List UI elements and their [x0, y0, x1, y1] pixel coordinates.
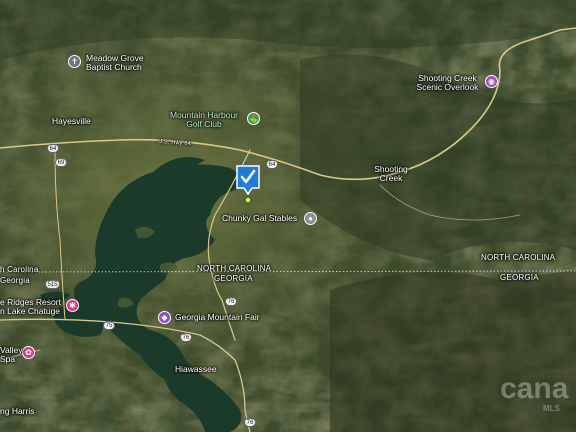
- route-shield-76-center: 76: [180, 333, 192, 342]
- place-icon[interactable]: ●: [304, 212, 317, 225]
- spa-icon[interactable]: ✿: [22, 346, 35, 359]
- label-mountain-harbour[interactable]: Mountain Harbour Golf Club: [164, 111, 244, 129]
- golf-icon[interactable]: ⛳: [247, 112, 260, 125]
- route-shield-515: 515: [45, 280, 60, 289]
- label-north-carolina-left: h Carolina: [0, 265, 39, 274]
- watermark-mls-text: MLS: [543, 404, 560, 413]
- label-chunky-gal-stables[interactable]: Chunky Gal Stables: [222, 214, 297, 223]
- church-icon[interactable]: ✝: [68, 55, 81, 68]
- label-ridges-resort[interactable]: e Ridges Resort n Lake Chatuge: [0, 298, 61, 316]
- route-shield-us64-west: 64: [47, 144, 59, 153]
- label-georgia-left: Georgia: [0, 276, 30, 285]
- label-georgia-center: GEORGIA: [214, 274, 253, 283]
- label-shooting-creek-overlook[interactable]: Shooting Creek Scenic Overlook: [410, 74, 485, 92]
- label-young-harris[interactable]: ng Harris: [0, 407, 34, 416]
- label-georgia-right: GEORGIA: [500, 273, 539, 282]
- canopy-mls-watermark-logo: cana: [500, 372, 569, 405]
- label-meadow-grove[interactable]: Meadow Grove Baptist Church: [86, 54, 144, 72]
- route-shield-us64-east: 64: [266, 160, 278, 169]
- label-north-carolina-center: NORTH CAROLINA: [197, 264, 272, 273]
- label-hayesville[interactable]: Hayesville: [52, 117, 91, 126]
- route-shield-76-south: 76: [244, 418, 256, 427]
- route-shield-nc69: 69: [55, 158, 67, 167]
- route-shield-75: 75: [103, 321, 115, 330]
- mountain-area-southeast: [330, 270, 576, 432]
- label-shooting-creek[interactable]: Shooting Creek: [366, 165, 416, 183]
- shopping-icon[interactable]: ◆: [158, 311, 171, 324]
- label-hiawassee[interactable]: Hiawassee: [175, 365, 217, 374]
- label-north-carolina-right: NORTH CAROLINA: [481, 253, 556, 262]
- route-shield-76-north: 76: [225, 297, 237, 306]
- label-valley-spa[interactable]: Valley Spa: [0, 346, 23, 364]
- hotel-icon[interactable]: ✱: [66, 299, 79, 312]
- camera-icon[interactable]: ◉: [485, 75, 498, 88]
- label-georgia-mountain-fair[interactable]: Georgia Mountain Fair: [175, 313, 260, 322]
